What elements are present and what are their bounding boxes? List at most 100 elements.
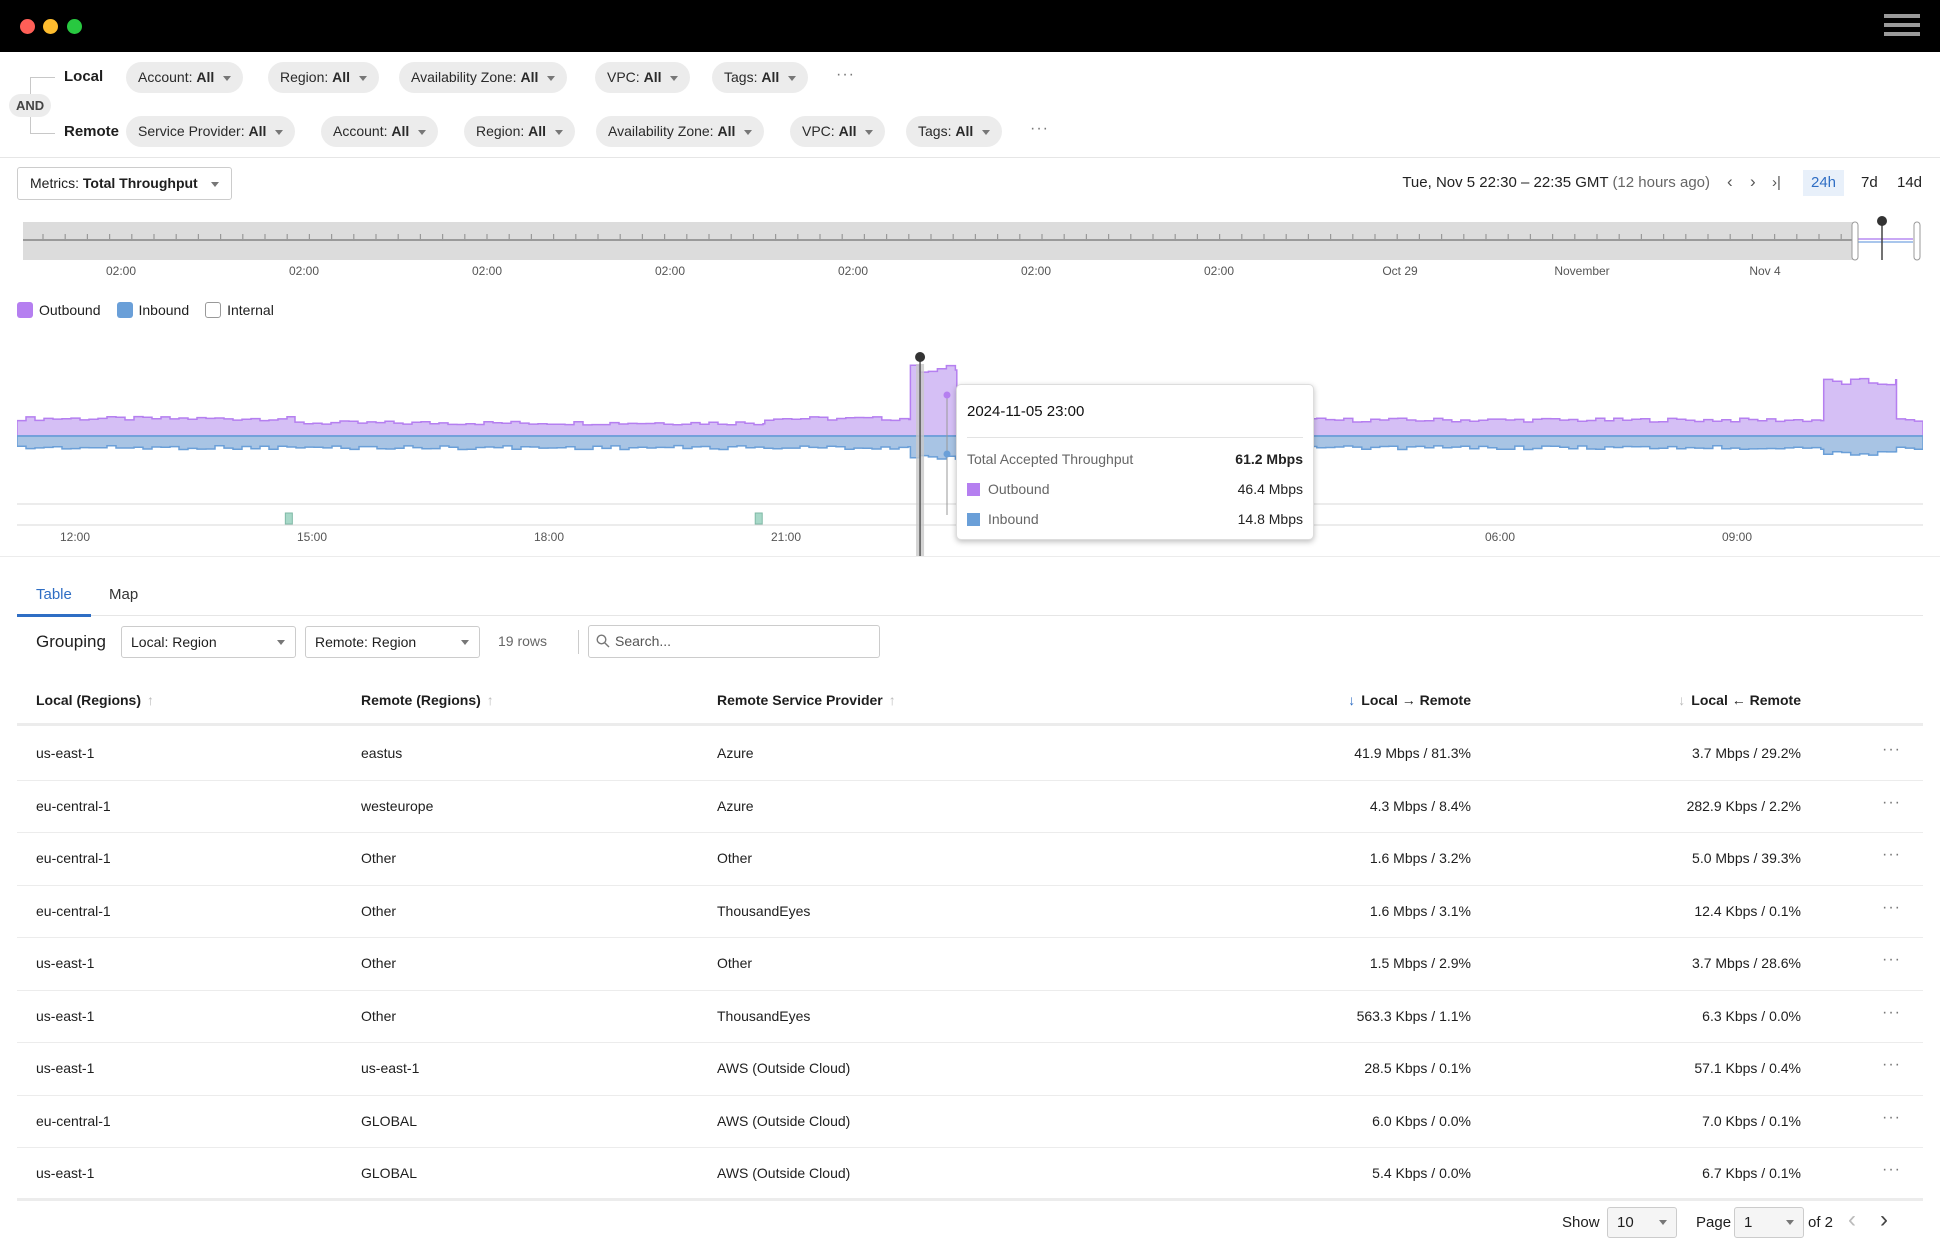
sort-arrow-icon[interactable]: ↓	[1348, 692, 1355, 708]
tab-map[interactable]: Map	[109, 586, 138, 603]
remote-vpc-filter[interactable]: VPC: All	[790, 116, 886, 147]
next-time-button[interactable]: ›	[1750, 172, 1756, 192]
cell-local-to-remote: 1.5 Mbps / 2.9%	[1369, 955, 1471, 971]
hamburger-menu-icon[interactable]	[1884, 14, 1920, 38]
local-availability-zone-filter[interactable]: Availability Zone: All	[399, 62, 568, 93]
tooltip-total-value: 61.2 Mbps	[1235, 451, 1303, 467]
table-row[interactable]: us-east-1 us-east-1 AWS (Outside Cloud) …	[17, 1043, 1923, 1096]
x-tick-label: 21:00	[771, 530, 801, 544]
and-combinator[interactable]: AND	[9, 94, 52, 117]
cell-local-region: eu-central-1	[36, 797, 111, 814]
row-menu-button[interactable]: ···	[1882, 741, 1901, 759]
remote-account-filter[interactable]: Account: All	[321, 116, 439, 147]
row-menu-button[interactable]: ···	[1882, 1161, 1901, 1179]
selection-handle-left[interactable]	[1851, 221, 1859, 261]
remote-availability-zone-filter[interactable]: Availability Zone: All	[596, 116, 765, 147]
table-row[interactable]: us-east-1 Other ThousandEyes 563.3 Kbps …	[17, 991, 1923, 1043]
column-header-remote-to-local[interactable]: ↓ Local ← Remote	[1678, 692, 1801, 708]
minimize-window-button[interactable]	[43, 19, 58, 34]
search-input[interactable]: Search...	[588, 625, 880, 658]
sort-arrow-icon[interactable]: ↑	[889, 692, 896, 708]
close-window-button[interactable]	[20, 19, 35, 34]
row-menu-button[interactable]: ···	[1882, 951, 1901, 969]
local-account-filter[interactable]: Account: All	[126, 62, 244, 93]
cell-local-region: eu-central-1	[36, 850, 111, 866]
chevron-down-icon	[275, 129, 284, 135]
chevron-down-icon	[744, 129, 753, 135]
column-header-local-regions[interactable]: Local (Regions) ↑	[36, 692, 154, 708]
legend-internal-label[interactable]: Internal	[227, 302, 274, 318]
row-menu-button[interactable]: ···	[1882, 1056, 1901, 1074]
page-size-select[interactable]: 10	[1607, 1207, 1677, 1238]
table-row[interactable]: us-east-1 GLOBAL AWS (Outside Cloud) 5.4…	[17, 1148, 1923, 1201]
overview-axis-label: 02:00	[1203, 264, 1235, 278]
remote-more-filters-button[interactable]: ···	[1030, 120, 1049, 138]
local-region-filter[interactable]: Region: All	[268, 62, 380, 93]
legend-inbound-label[interactable]: Inbound	[139, 302, 190, 318]
selected-time-pin-icon[interactable]	[915, 352, 926, 362]
legend-internal-checkbox[interactable]	[205, 302, 222, 318]
row-menu-button[interactable]: ···	[1882, 899, 1901, 917]
search-icon	[596, 634, 610, 648]
chevron-down-icon	[555, 129, 564, 135]
cell-remote-region: Other	[361, 850, 397, 866]
row-menu-button[interactable]: ···	[1882, 1004, 1901, 1022]
sort-arrow-icon[interactable]: ↑	[147, 692, 154, 708]
metrics-dropdown[interactable]: Metrics: Total Throughput	[17, 167, 232, 200]
cell-remote-provider: ThousandEyes	[717, 902, 811, 919]
overview-timeline[interactable]	[23, 216, 1921, 261]
jump-latest-button[interactable]: ›|	[1772, 174, 1781, 191]
range-24h-button[interactable]: 24h	[1803, 170, 1845, 196]
row-menu-button[interactable]: ···	[1882, 794, 1901, 812]
legend-outbound-label[interactable]: Outbound	[39, 302, 101, 318]
column-header-remote-regions[interactable]: Remote (Regions) ↑	[361, 692, 494, 708]
table-row[interactable]: us-east-1 eastus Azure 41.9 Mbps / 81.3%…	[17, 728, 1923, 781]
cell-remote-provider: Other	[717, 850, 753, 866]
legend-outbound-swatch[interactable]	[17, 302, 33, 318]
local-tags-filter[interactable]: Tags: All	[712, 62, 809, 93]
tab-table[interactable]: Table	[36, 586, 72, 603]
local-vpc-filter[interactable]: VPC: All	[595, 62, 691, 93]
remote-service-provider-filter[interactable]: Service Provider: All	[126, 116, 296, 147]
legend-inbound-swatch[interactable]	[116, 302, 133, 318]
filter-key: Tags:	[918, 123, 952, 139]
table-row[interactable]: eu-central-1 GLOBAL AWS (Outside Cloud) …	[17, 1096, 1923, 1148]
sort-arrow-icon[interactable]: ↑	[487, 692, 494, 708]
range-7d-button[interactable]: 7d	[1853, 170, 1886, 196]
table-row[interactable]: eu-central-1 Other ThousandEyes 1.6 Mbps…	[17, 886, 1923, 938]
remote-tags-filter[interactable]: Tags: All	[906, 116, 1003, 147]
range-14d-button[interactable]: 14d	[1889, 170, 1930, 196]
chevron-down-icon	[1659, 1220, 1667, 1225]
local-more-filters-button[interactable]: ···	[836, 66, 855, 84]
next-page-button[interactable]: ›	[1880, 1206, 1888, 1234]
overview-axis-label: November	[1554, 264, 1610, 278]
row-menu-button[interactable]: ···	[1882, 1109, 1901, 1127]
table-footer-divider	[17, 1198, 1923, 1201]
cell-remote-region: GLOBAL	[361, 1165, 418, 1181]
filter-key: VPC:	[802, 123, 835, 139]
event-marker[interactable]	[754, 512, 763, 525]
local-grouping-select[interactable]: Local: Region	[121, 626, 296, 658]
maximize-window-button[interactable]	[67, 19, 82, 34]
filter-key: Region:	[280, 69, 329, 85]
remote-grouping-select[interactable]: Remote: Region	[305, 626, 480, 658]
selection-handle-right[interactable]	[1913, 221, 1921, 261]
prev-time-button[interactable]: ‹	[1727, 172, 1733, 192]
time-ago-text: (12 hours ago)	[1612, 174, 1710, 191]
column-header-remote-service-provider[interactable]: Remote Service Provider ↑	[717, 692, 896, 708]
table-row[interactable]: eu-central-1 westeurope Azure 4.3 Mbps /…	[17, 781, 1923, 833]
column-label: Local (Regions)	[36, 692, 142, 708]
table-row[interactable]: us-east-1 Other Other 1.5 Mbps / 2.9% 3.…	[17, 938, 1923, 991]
filter-key: Tags:	[724, 69, 758, 85]
remote-region-filter[interactable]: Region: All	[464, 116, 576, 147]
row-menu-button[interactable]: ···	[1882, 846, 1901, 864]
x-tick-label: 18:00	[534, 530, 564, 544]
column-header-local-to-remote[interactable]: ↓ Local → Remote	[1348, 692, 1471, 708]
cell-local-to-remote: 28.5 Kbps / 0.1%	[1364, 1060, 1471, 1076]
page-select[interactable]: 1	[1734, 1207, 1804, 1238]
table-row[interactable]: eu-central-1 Other Other 1.6 Mbps / 3.2%…	[17, 833, 1923, 886]
event-marker[interactable]	[284, 512, 293, 525]
prev-page-button[interactable]: ‹	[1848, 1206, 1856, 1234]
sort-arrow-icon[interactable]: ↓	[1678, 692, 1685, 708]
page-value: 1	[1744, 1214, 1753, 1231]
